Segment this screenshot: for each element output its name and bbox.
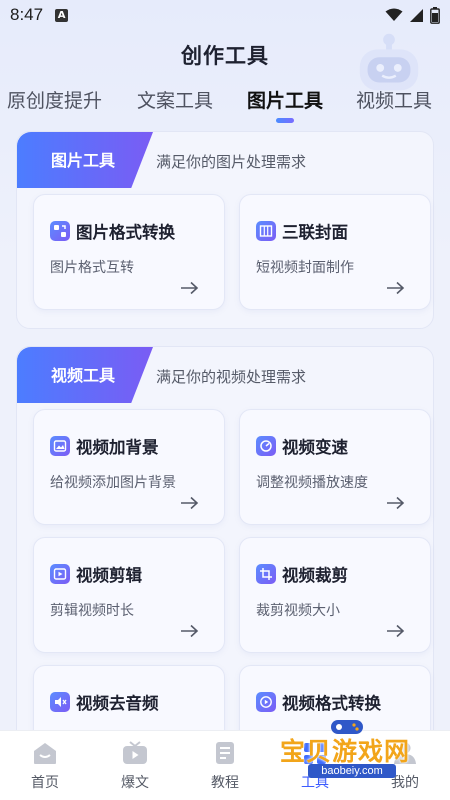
tab-video-tools[interactable]: 视频工具 [356, 86, 432, 113]
video-crop-icon [256, 564, 276, 584]
card-title: 视频加背景 [76, 438, 159, 457]
status-time: 8:47 [10, 5, 44, 24]
arrow-right-icon [387, 496, 405, 510]
triptych-cover-icon [256, 221, 276, 241]
nav-label: 首页 [31, 775, 59, 791]
tv-icon [123, 741, 147, 764]
tool-card-image-convert[interactable]: 图片格式转换 图片格式互转 [33, 194, 225, 310]
wifi-icon [385, 8, 403, 21]
section-header: 视频工具 满足你的视频处理需求 [17, 347, 435, 405]
card-subtitle: 给视频添加图片背景 [50, 475, 176, 491]
page-title: 创作工具 [181, 44, 269, 68]
video-mute-icon [50, 692, 70, 712]
section-badge: 图片工具 [17, 132, 153, 188]
notification-icon: A [55, 8, 69, 22]
section-header: 图片工具 满足你的图片处理需求 [17, 132, 435, 190]
tab-image-tools[interactable]: 图片工具 [247, 86, 323, 113]
card-subtitle: 短视频封面制作 [256, 260, 354, 276]
nav-home[interactable]: 首页 [0, 731, 90, 800]
tool-card-video-background[interactable]: 视频加背景 给视频添加图片背景 [33, 409, 225, 525]
book-icon [216, 742, 234, 764]
home-icon [34, 743, 56, 764]
video-background-icon [50, 436, 70, 456]
video-convert-icon [256, 692, 276, 712]
watermark-url: baobeiy.com [308, 764, 396, 778]
arrow-right-icon [387, 281, 405, 295]
tool-card-triptych-cover[interactable]: 三联封面 短视频封面制作 [239, 194, 431, 310]
arrow-right-icon [387, 624, 405, 638]
card-subtitle: 图片格式互转 [50, 260, 134, 276]
section-description: 满足你的图片处理需求 [156, 153, 307, 171]
watermark-text: 宝贝游戏网 [280, 737, 411, 766]
section-badge: 视频工具 [17, 347, 153, 403]
card-title: 视频剪辑 [76, 566, 142, 585]
card-subtitle: 剪辑视频时长 [50, 603, 134, 619]
video-tools-section: 视频工具 满足你的视频处理需求 视频加背景 给视频添加图片背景 视频变速 调整视… [16, 346, 435, 781]
card-title: 视频格式转换 [282, 694, 381, 713]
tab-bar: 原创度提升 文案工具 图片工具 视频工具 [0, 86, 450, 126]
card-title: 视频裁剪 [282, 566, 348, 585]
card-title: 三联封面 [282, 223, 348, 242]
image-convert-icon [50, 221, 70, 241]
video-edit-icon [50, 564, 70, 584]
battery-icon [430, 6, 440, 24]
nav-label: 爆文 [121, 775, 149, 791]
watermark: 宝贝游戏网 baobeiy.com [280, 718, 426, 782]
tab-originality[interactable]: 原创度提升 [7, 86, 102, 113]
card-title: 图片格式转换 [76, 223, 175, 242]
tool-card-video-crop[interactable]: 视频裁剪 裁剪视频大小 [239, 537, 431, 653]
active-tab-indicator [276, 118, 294, 123]
tool-card-video-edit[interactable]: 视频剪辑 剪辑视频时长 [33, 537, 225, 653]
card-title: 视频变速 [282, 438, 348, 457]
tool-card-video-speed[interactable]: 视频变速 调整视频播放速度 [239, 409, 431, 525]
nav-tutorial[interactable]: 教程 [180, 731, 270, 800]
arrow-right-icon [181, 624, 199, 638]
nav-label: 教程 [211, 775, 239, 791]
tab-copywriting[interactable]: 文案工具 [137, 86, 213, 113]
card-subtitle: 裁剪视频大小 [256, 603, 340, 619]
image-tools-section: 图片工具 满足你的图片处理需求 图片格式转换 图片格式互转 三联封面 短视频封面… [16, 131, 434, 329]
signal-icon [410, 8, 423, 22]
section-description: 满足你的视频处理需求 [156, 368, 307, 386]
nav-trending[interactable]: 爆文 [90, 731, 180, 800]
card-subtitle: 调整视频播放速度 [256, 475, 368, 491]
arrow-right-icon [181, 496, 199, 510]
video-speed-icon [256, 436, 276, 456]
card-title: 视频去音频 [76, 694, 159, 713]
arrow-right-icon [181, 281, 199, 295]
